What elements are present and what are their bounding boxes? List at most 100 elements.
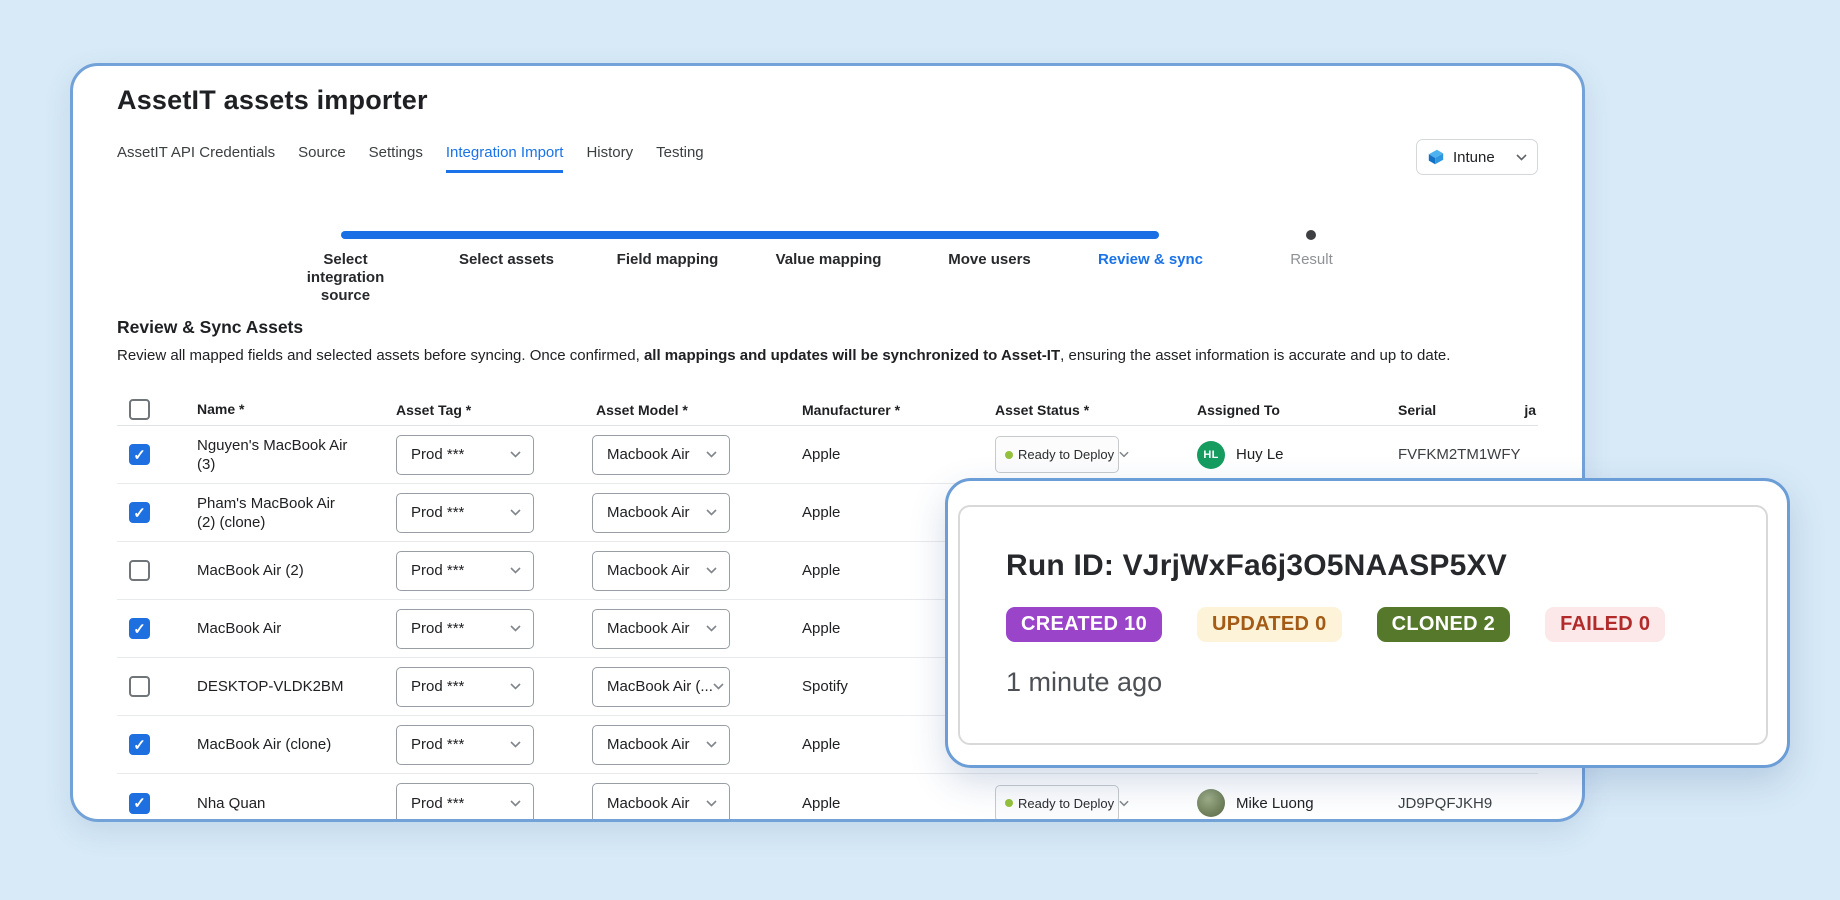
created-badge: CREATED 10 bbox=[1006, 607, 1162, 642]
stepper-progress-bar bbox=[341, 231, 1159, 239]
chevron-down-icon bbox=[510, 799, 521, 807]
chevron-down-icon bbox=[510, 567, 521, 574]
step-select-integration-source[interactable]: Select integration source bbox=[265, 251, 426, 305]
column-header-manufacturer: Manufacturer * bbox=[802, 401, 901, 418]
chevron-down-icon bbox=[1119, 451, 1129, 458]
row-checkbox[interactable] bbox=[129, 560, 150, 581]
asset-tag-select[interactable]: Prod *** bbox=[396, 724, 534, 765]
assignee-name: Huy Le bbox=[1236, 446, 1284, 463]
step-value-mapping[interactable]: Value mapping bbox=[748, 251, 909, 305]
avatar-image bbox=[1197, 789, 1225, 817]
asset-tag-select[interactable]: Prod *** bbox=[396, 550, 534, 591]
tab-bar: AssetIT API Credentials Source Settings … bbox=[117, 139, 1538, 175]
assignee-name: Mike Luong bbox=[1236, 794, 1314, 812]
step-result[interactable]: Result bbox=[1231, 251, 1392, 305]
run-timestamp: 1 minute ago bbox=[1006, 667, 1163, 697]
chevron-down-icon bbox=[706, 741, 717, 748]
table-row: Nha Quan Prod *** Macbook Air Apple Read… bbox=[117, 774, 1538, 819]
row-checkbox[interactable] bbox=[129, 502, 150, 523]
tab-integration-import[interactable]: Integration Import bbox=[445, 144, 564, 173]
column-header-name: Name * bbox=[197, 401, 245, 417]
integration-source-value: Intune bbox=[1453, 148, 1495, 166]
serial-value: JD9PQFJKH9 bbox=[1398, 794, 1493, 812]
manufacturer-value: Apple bbox=[802, 794, 841, 812]
column-header-asset-model: Asset Model * bbox=[596, 401, 688, 418]
asset-tag-select[interactable]: Prod *** bbox=[396, 666, 534, 707]
chevron-down-icon bbox=[1119, 800, 1129, 806]
step-field-mapping[interactable]: Field mapping bbox=[587, 251, 748, 305]
asset-name: Nguyen's MacBook Air (3) bbox=[197, 436, 348, 473]
run-id: Run ID: VJrjWxFa6j3O5NAASP5XV bbox=[1006, 549, 1507, 582]
asset-tag-select[interactable]: Prod *** bbox=[396, 783, 534, 819]
row-checkbox[interactable] bbox=[129, 676, 150, 697]
row-checkbox[interactable] bbox=[129, 618, 150, 639]
status-dot-icon bbox=[1005, 450, 1013, 459]
chevron-down-icon bbox=[706, 799, 717, 807]
tab-testing[interactable]: Testing bbox=[656, 144, 704, 173]
run-id-value: VJrjWxFa6j3O5NAASP5XV bbox=[1122, 549, 1507, 582]
chevron-down-icon bbox=[713, 683, 724, 690]
cloned-badge: CLONED 2 bbox=[1376, 607, 1511, 642]
tab-assetit-api-credentials[interactable]: AssetIT API Credentials bbox=[117, 144, 275, 173]
asset-name: Pham's MacBook Air (2) (clone) bbox=[197, 494, 335, 531]
chevron-down-icon bbox=[510, 451, 521, 458]
asset-tag-select[interactable]: Prod *** bbox=[396, 434, 534, 475]
step-select-assets[interactable]: Select assets bbox=[426, 251, 587, 305]
step-move-users[interactable]: Move users bbox=[909, 251, 1070, 305]
asset-name: Nha Quan bbox=[197, 794, 266, 812]
asset-tag-select[interactable]: Prod *** bbox=[396, 608, 534, 649]
column-header-serial: Serial bbox=[1398, 401, 1437, 418]
select-all-checkbox[interactable] bbox=[129, 399, 150, 420]
asset-name: MacBook Air bbox=[197, 620, 282, 637]
chevron-down-icon bbox=[706, 451, 717, 458]
stepper: Select integration source Select assets … bbox=[265, 230, 1392, 304]
chevron-down-icon bbox=[706, 567, 717, 574]
asset-tag-select[interactable]: Prod *** bbox=[396, 492, 534, 533]
column-header-asset-status: Asset Status * bbox=[995, 401, 1090, 418]
asset-name: MacBook Air (clone) bbox=[197, 736, 332, 753]
chevron-down-icon bbox=[706, 509, 717, 516]
asset-model-select[interactable]: Macbook Air bbox=[592, 724, 730, 765]
column-header-assigned-to: Assigned To bbox=[1197, 401, 1280, 418]
page-background: AssetIT assets importer AssetIT API Cred… bbox=[0, 0, 1840, 900]
tab-source[interactable]: Source bbox=[298, 144, 346, 173]
asset-model-select[interactable]: Macbook Air bbox=[592, 608, 730, 649]
column-header-asset-tag: Asset Tag * bbox=[396, 401, 472, 418]
run-result-card: Run ID: VJrjWxFa6j3O5NAASP5XV CREATED 10… bbox=[958, 505, 1768, 745]
run-result-popup: Run ID: VJrjWxFa6j3O5NAASP5XV CREATED 10… bbox=[945, 478, 1790, 768]
chevron-down-icon bbox=[706, 625, 717, 632]
asset-model-select[interactable]: MacBook Air (... bbox=[592, 666, 730, 707]
asset-name: MacBook Air (2) bbox=[197, 562, 304, 579]
asset-model-select[interactable]: Macbook Air bbox=[592, 492, 730, 533]
chevron-down-icon bbox=[510, 683, 521, 690]
avatar: HL bbox=[1197, 440, 1225, 469]
manufacturer-value: Apple bbox=[802, 446, 841, 463]
row-checkbox[interactable] bbox=[129, 734, 150, 755]
integration-source-select[interactable]: Intune bbox=[1416, 139, 1538, 175]
tab-settings[interactable]: Settings bbox=[369, 144, 423, 173]
stepper-pending-dot bbox=[1306, 230, 1316, 240]
run-result-badges: CREATED 10 UPDATED 0 CLONED 2 FAILED 0 bbox=[1006, 607, 1766, 642]
asset-model-select[interactable]: Macbook Air bbox=[592, 550, 730, 591]
row-checkbox[interactable] bbox=[129, 792, 150, 814]
row-checkbox[interactable] bbox=[129, 444, 150, 465]
asset-model-select[interactable]: Macbook Air bbox=[592, 434, 730, 475]
section-heading: Review & Sync Assets bbox=[117, 317, 304, 337]
asset-status-select[interactable]: Ready to Deploy bbox=[995, 436, 1129, 473]
asset-model-select[interactable]: Macbook Air bbox=[592, 783, 730, 819]
table-header-row: Name * Asset Tag * Asset Model * Manufac… bbox=[117, 394, 1538, 426]
section-description: Review all mapped fields and selected as… bbox=[117, 347, 1451, 364]
chevron-down-icon bbox=[510, 741, 521, 748]
asset-name: DESKTOP-VLDK2BM bbox=[197, 678, 344, 695]
asset-status-select[interactable]: Ready to Deploy bbox=[995, 784, 1129, 819]
failed-badge: FAILED 0 bbox=[1545, 607, 1666, 642]
tab-history[interactable]: History bbox=[586, 144, 633, 173]
table-row: Nguyen's MacBook Air (3) Prod *** Macboo… bbox=[117, 426, 1538, 484]
page-title: AssetIT assets importer bbox=[117, 85, 428, 115]
chevron-down-icon bbox=[510, 625, 521, 632]
step-review-and-sync[interactable]: Review & sync bbox=[1070, 251, 1231, 305]
serial-value: FVFKM2TM1WFY bbox=[1398, 446, 1521, 463]
chevron-down-icon bbox=[510, 509, 521, 516]
intune-icon bbox=[1428, 149, 1444, 165]
status-dot-icon bbox=[1005, 799, 1013, 807]
